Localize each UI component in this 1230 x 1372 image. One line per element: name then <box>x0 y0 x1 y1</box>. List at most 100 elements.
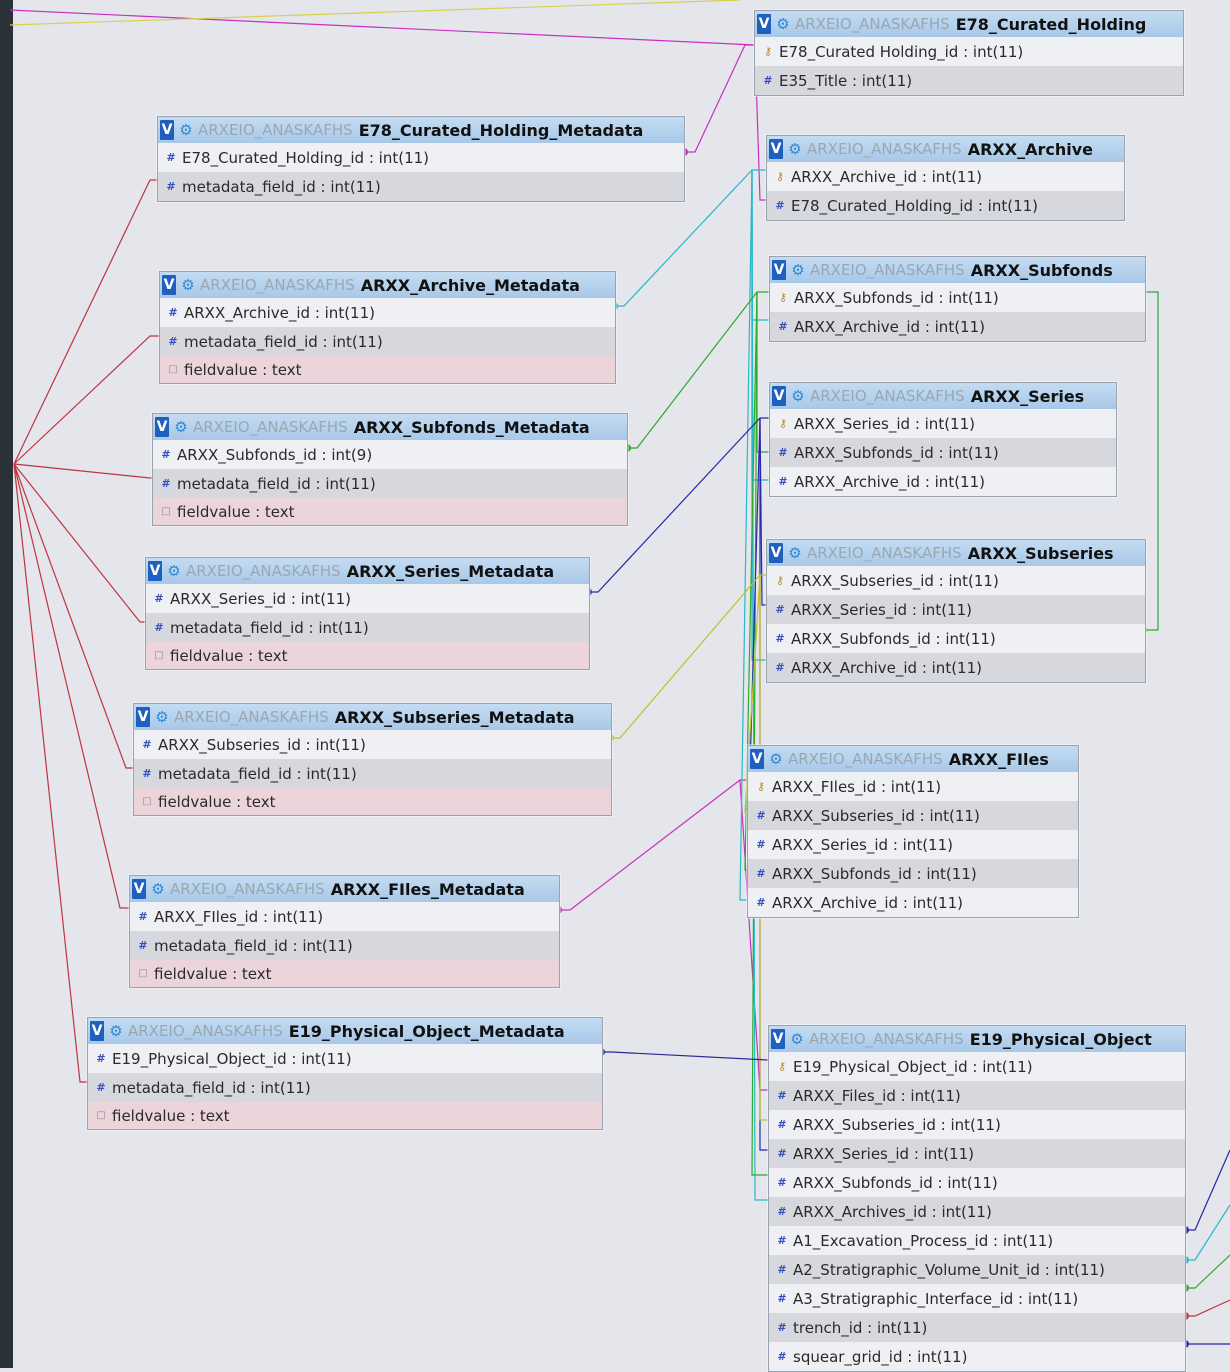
column-row[interactable]: # metadata_field_id : int(11) <box>160 327 615 356</box>
collapse-toggle-button[interactable]: V <box>772 260 786 280</box>
collapse-toggle-button[interactable]: V <box>769 139 783 159</box>
gear-icon[interactable]: ⚙ <box>153 708 171 726</box>
collapse-toggle-button[interactable]: V <box>772 386 786 406</box>
column-row[interactable]: □ fieldvalue : text <box>160 356 615 383</box>
column-row[interactable]: # trench_id : int(11) <box>769 1313 1185 1342</box>
column-row[interactable]: # ARXX_Archive_id : int(11) <box>748 888 1078 917</box>
column-row[interactable]: # ARXX_FIles_id : int(11) <box>130 902 559 931</box>
gear-icon[interactable]: ⚙ <box>789 387 807 405</box>
gear-icon[interactable]: ⚙ <box>786 544 804 562</box>
table-header[interactable]: V ⚙ ARXEIO_ANASKAFHS ARXX_Archive_Metadata <box>160 272 615 298</box>
column-row[interactable]: □ fieldvalue : text <box>153 498 627 525</box>
table-header[interactable]: V ⚙ ARXEIO_ANASKAFHS E78_Curated_Holding <box>755 11 1183 37</box>
table-e78-curated-holding[interactable]: V ⚙ ARXEIO_ANASKAFHS E78_Curated_Holding ⚷ E7… <box>754 10 1184 96</box>
column-row[interactable]: □ fieldvalue : text <box>130 960 559 987</box>
collapse-toggle-button[interactable]: V <box>148 561 162 581</box>
gear-icon[interactable]: ⚙ <box>107 1022 125 1040</box>
column-row[interactable]: # metadata_field_id : int(11) <box>146 613 589 642</box>
column-row[interactable]: # ARXX_Archive_id : int(11) <box>770 312 1145 341</box>
table-e19-physical-object-metadata[interactable]: V ⚙ ARXEIO_ANASKAFHS E19_Physical_Object_Me… <box>87 1017 603 1130</box>
table-header[interactable]: V ⚙ ARXEIO_ANASKAFHS ARXX_Subfonds_Metadata <box>153 414 627 440</box>
column-row[interactable]: # ARXX_Subseries_id : int(11) <box>134 730 611 759</box>
column-row[interactable]: # ARXX_Archives_id : int(11) <box>769 1197 1185 1226</box>
collapse-toggle-button[interactable]: V <box>757 14 771 34</box>
gear-icon[interactable]: ⚙ <box>177 121 195 139</box>
collapse-toggle-button[interactable]: V <box>771 1029 785 1049</box>
column-row[interactable]: # ARXX_Subseries_id : int(11) <box>769 1110 1185 1139</box>
column-row[interactable]: # A1_Excavation_Process_id : int(11) <box>769 1226 1185 1255</box>
gear-icon[interactable]: ⚙ <box>767 750 785 768</box>
table-header[interactable]: V ⚙ ARXEIO_ANASKAFHS ARXX_Subfonds <box>770 257 1145 283</box>
table-arxx-archive-metadata[interactable]: V ⚙ ARXEIO_ANASKAFHS ARXX_Archive_Metadata #… <box>159 271 616 384</box>
column-row[interactable]: # ARXX_Series_id : int(11) <box>146 584 589 613</box>
table-header[interactable]: V ⚙ ARXEIO_ANASKAFHS ARXX_Series <box>770 383 1116 409</box>
column-row[interactable]: # metadata_field_id : int(11) <box>130 931 559 960</box>
gear-icon[interactable]: ⚙ <box>786 140 804 158</box>
column-row[interactable]: # A3_Stratigraphic_Interface_id : int(11) <box>769 1284 1185 1313</box>
table-arxx-archive[interactable]: V ⚙ ARXEIO_ANASKAFHS ARXX_Archive ⚷ ARXX_Arch… <box>766 135 1125 221</box>
table-header[interactable]: V ⚙ ARXEIO_ANASKAFHS E19_Physical_Object <box>769 1026 1185 1052</box>
column-row[interactable]: # E19_Physical_Object_id : int(11) <box>88 1044 602 1073</box>
column-row[interactable]: # ARXX_Series_id : int(11) <box>769 1139 1185 1168</box>
table-arxx-subseries-metadata[interactable]: V ⚙ ARXEIO_ANASKAFHS ARXX_Subseries_Metadat… <box>133 703 612 816</box>
column-row[interactable]: □ fieldvalue : text <box>134 788 611 815</box>
column-row[interactable]: # ARXX_Subseries_id : int(11) <box>748 801 1078 830</box>
column-row[interactable]: □ fieldvalue : text <box>146 642 589 669</box>
table-arxx-files[interactable]: V ⚙ ARXEIO_ANASKAFHS ARXX_FIles ⚷ ARXX_FIles_… <box>747 745 1079 918</box>
column-row[interactable]: # ARXX_Subfonds_id : int(9) <box>153 440 627 469</box>
column-row[interactable]: # metadata_field_id : int(11) <box>158 172 684 201</box>
column-row[interactable]: # squear_grid_id : int(11) <box>769 1342 1185 1371</box>
column-row[interactable]: # E78_Curated_Holding_id : int(11) <box>767 191 1124 220</box>
gear-icon[interactable]: ⚙ <box>149 880 167 898</box>
column-row[interactable]: # metadata_field_id : int(11) <box>134 759 611 788</box>
column-row[interactable]: □ fieldvalue : text <box>88 1102 602 1129</box>
column-row[interactable]: # ARXX_Files_id : int(11) <box>769 1081 1185 1110</box>
column-row[interactable]: # ARXX_Series_id : int(11) <box>767 595 1145 624</box>
table-header[interactable]: V ⚙ ARXEIO_ANASKAFHS ARXX_Subseries <box>767 540 1145 566</box>
column-row[interactable]: ⚷ ARXX_Archive_id : int(11) <box>767 162 1124 191</box>
collapse-toggle-button[interactable]: V <box>160 120 174 140</box>
gear-icon[interactable]: ⚙ <box>789 261 807 279</box>
column-row[interactable]: # E35_Title : int(11) <box>755 66 1183 95</box>
column-row[interactable]: # ARXX_Archive_id : int(11) <box>767 653 1145 682</box>
column-row[interactable]: # A2_Stratigraphic_Volume_Unit_id : int(1… <box>769 1255 1185 1284</box>
collapse-toggle-button[interactable]: V <box>155 417 169 437</box>
table-e78-curated-holding-metadata[interactable]: V ⚙ ARXEIO_ANASKAFHS E78_Curated_Holding_Me… <box>157 116 685 202</box>
collapse-toggle-button[interactable]: V <box>132 879 146 899</box>
table-header[interactable]: V ⚙ ARXEIO_ANASKAFHS ARXX_FIles <box>748 746 1078 772</box>
table-arxx-subfonds-metadata[interactable]: V ⚙ ARXEIO_ANASKAFHS ARXX_Subfonds_Metadata… <box>152 413 628 526</box>
collapse-toggle-button[interactable]: V <box>769 543 783 563</box>
gear-icon[interactable]: ⚙ <box>179 276 197 294</box>
collapse-toggle-button[interactable]: V <box>162 275 176 295</box>
table-header[interactable]: V ⚙ ARXEIO_ANASKAFHS ARXX_Archive <box>767 136 1124 162</box>
table-arxx-series[interactable]: V ⚙ ARXEIO_ANASKAFHS ARXX_Series ⚷ ARXX_Serie… <box>769 382 1117 497</box>
gear-icon[interactable]: ⚙ <box>165 562 183 580</box>
column-row[interactable]: # metadata_field_id : int(11) <box>88 1073 602 1102</box>
column-row[interactable]: ⚷ ARXX_Subseries_id : int(11) <box>767 566 1145 595</box>
gear-icon[interactable]: ⚙ <box>172 418 190 436</box>
column-row[interactable]: # ARXX_Subfonds_id : int(11) <box>748 859 1078 888</box>
table-arxx-subfonds[interactable]: V ⚙ ARXEIO_ANASKAFHS ARXX_Subfonds ⚷ ARXX_Sub… <box>769 256 1146 342</box>
column-row[interactable]: # ARXX_Subfonds_id : int(11) <box>767 624 1145 653</box>
table-header[interactable]: V ⚙ ARXEIO_ANASKAFHS ARXX_FIles_Metadata <box>130 876 559 902</box>
collapse-toggle-button[interactable]: V <box>750 749 764 769</box>
column-row[interactable]: ⚷ ARXX_Subfonds_id : int(11) <box>770 283 1145 312</box>
table-header[interactable]: V ⚙ ARXEIO_ANASKAFHS ARXX_Series_Metadata <box>146 558 589 584</box>
column-row[interactable]: # ARXX_Subfonds_id : int(11) <box>769 1168 1185 1197</box>
table-arxx-subseries[interactable]: V ⚙ ARXEIO_ANASKAFHS ARXX_Subseries ⚷ ARXX_Su… <box>766 539 1146 683</box>
column-row[interactable]: ⚷ ARXX_FIles_id : int(11) <box>748 772 1078 801</box>
table-arxx-series-metadata[interactable]: V ⚙ ARXEIO_ANASKAFHS ARXX_Series_Metadata # A… <box>145 557 590 670</box>
column-row[interactable]: # metadata_field_id : int(11) <box>153 469 627 498</box>
table-e19-physical-object[interactable]: V ⚙ ARXEIO_ANASKAFHS E19_Physical_Object ⚷ E1… <box>768 1025 1186 1372</box>
table-header[interactable]: V ⚙ ARXEIO_ANASKAFHS E78_Curated_Holding_Me… <box>158 117 684 143</box>
table-header[interactable]: V ⚙ ARXEIO_ANASKAFHS ARXX_Subseries_Metadat… <box>134 704 611 730</box>
column-row[interactable]: # ARXX_Series_id : int(11) <box>748 830 1078 859</box>
column-row[interactable]: ⚷ ARXX_Series_id : int(11) <box>770 409 1116 438</box>
table-header[interactable]: V ⚙ ARXEIO_ANASKAFHS E19_Physical_Object_Me… <box>88 1018 602 1044</box>
column-row[interactable]: ⚷ E19_Physical_Object_id : int(11) <box>769 1052 1185 1081</box>
collapse-toggle-button[interactable]: V <box>136 707 150 727</box>
column-row[interactable]: # ARXX_Archive_id : int(11) <box>160 298 615 327</box>
gear-icon[interactable]: ⚙ <box>788 1030 806 1048</box>
column-row[interactable]: ⚷ E78_Curated Holding_id : int(11) <box>755 37 1183 66</box>
table-arxx-files-metadata[interactable]: V ⚙ ARXEIO_ANASKAFHS ARXX_FIles_Metadata # AR… <box>129 875 560 988</box>
